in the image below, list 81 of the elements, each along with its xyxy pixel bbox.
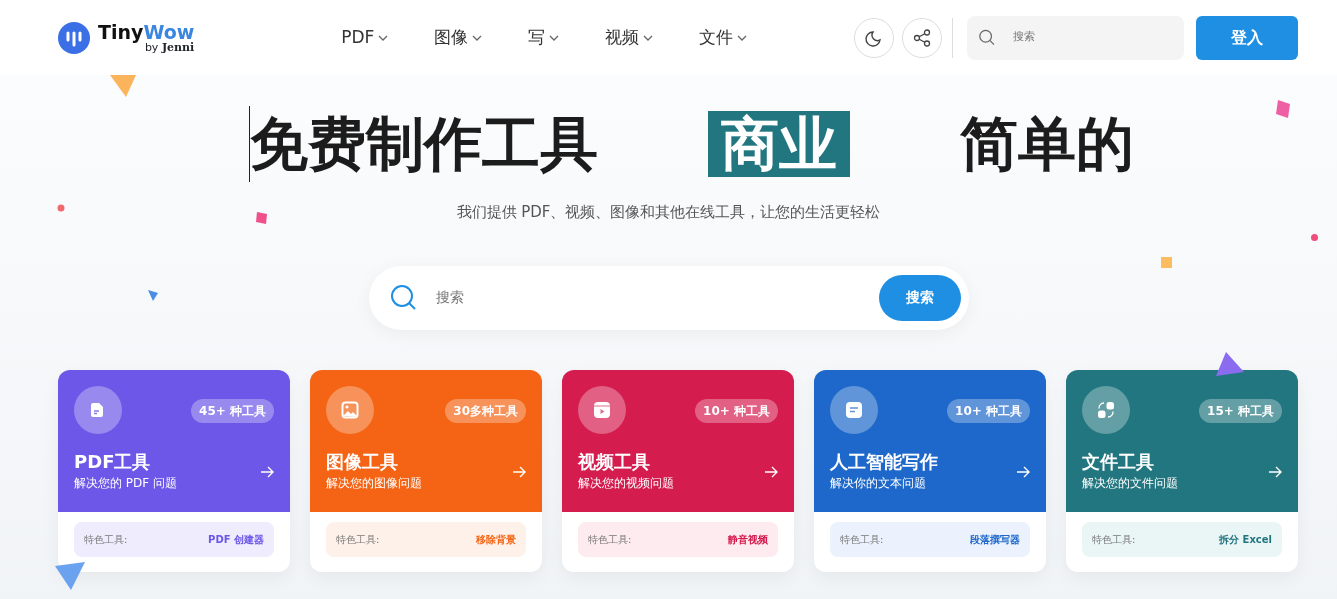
featured-tool-link[interactable]: 拆分 Excel — [1219, 531, 1272, 547]
login-button[interactable]: 登入 — [1196, 15, 1298, 60]
nav-menu[interactable]: 视频 — [582, 24, 677, 51]
moon-icon — [865, 28, 883, 47]
category-card[interactable]: 15+ 种工具 文件工具 解决您的文件问题 特色工具: 拆分 Excel — [1066, 369, 1298, 572]
nav-menu[interactable]: PDF — [318, 24, 412, 51]
category-card[interactable]: 10+ 种工具 视频工具 解决您的视频问题 特色工具: 静音视频 — [562, 369, 794, 572]
confetti-shape — [148, 290, 158, 301]
search-field[interactable]: 搜索 — [967, 15, 1184, 60]
share-icon — [913, 28, 931, 47]
card-title: PDF工具 — [74, 450, 151, 473]
featured-label: 特色工具: — [588, 532, 632, 547]
byline-text: by Jenni — [143, 41, 195, 53]
category-icon — [578, 385, 626, 434]
chevron-icon — [472, 34, 483, 41]
nav-menu[interactable]: 写 — [505, 24, 583, 51]
card-subtitle: 解决您的视频问题 — [578, 475, 674, 493]
card-subtitle: 解决你的文本问题 — [830, 475, 926, 493]
card-title: 图像工具 — [326, 450, 398, 473]
share-button[interactable] — [902, 17, 942, 58]
dark-mode-button[interactable] — [854, 17, 894, 58]
category-card[interactable]: 10+ 种工具 人工智能写作 解决你的文本问题 特色工具: 段落撰写器 — [814, 369, 1046, 572]
featured-tool-link[interactable]: 段落撰写器 — [970, 531, 1020, 547]
chevron-icon — [378, 34, 389, 41]
tool-count-badge: 10+ 种工具 — [695, 398, 778, 423]
search-button[interactable]: 搜索 — [878, 274, 961, 321]
search-input[interactable]: 搜索 — [1010, 28, 1172, 47]
tool-count-badge: 10+ 种工具 — [947, 398, 1030, 423]
category-card[interactable]: 45+ 种工具 PDF工具 解决您的 PDF 问题 特色工具: PDF 创建器 — [58, 369, 290, 572]
arrow-icon[interactable] — [260, 464, 274, 479]
confetti-shape — [1274, 100, 1292, 120]
arrow-icon[interactable] — [512, 464, 526, 479]
arrow-icon[interactable] — [764, 464, 778, 479]
featured-tool-bar[interactable]: 特色工具: 段落撰写器 — [830, 521, 1030, 557]
featured-tool-bar[interactable]: 特色工具: 移除背景 — [326, 521, 526, 557]
category-card[interactable]: 30多种工具 图像工具 解决您的图像问题 特色工具: 移除背景 — [310, 369, 542, 572]
category-icon — [326, 385, 374, 434]
tool-count-badge: 45+ 种工具 — [191, 398, 274, 423]
arrow-icon[interactable] — [1016, 464, 1030, 479]
headline-word: 免费制作工具 — [250, 108, 598, 180]
featured-tool-link[interactable]: PDF 创建器 — [208, 531, 264, 547]
card-title: 文件工具 — [1082, 450, 1154, 473]
nav-menu[interactable]: 文件 — [676, 24, 771, 51]
logo-icon[interactable] — [58, 21, 90, 54]
tool-count-badge: 15+ 种工具 — [1199, 398, 1282, 423]
featured-label: 特色工具: — [336, 532, 380, 547]
card-title: 人工智能写作 — [830, 450, 938, 473]
category-icon — [1082, 385, 1130, 434]
nav-menu[interactable]: 图像 — [411, 24, 506, 51]
featured-label: 特色工具: — [840, 532, 884, 547]
confetti-shape — [1311, 234, 1318, 241]
card-subtitle: 解决您的 PDF 问题 — [74, 475, 177, 493]
confetti-shape — [57, 204, 65, 212]
featured-tool-bar[interactable]: 特色工具: 静音视频 — [578, 521, 778, 557]
arrow-icon[interactable] — [1268, 464, 1282, 479]
chevron-icon — [643, 34, 654, 41]
featured-tool-link[interactable]: 移除背景 — [476, 531, 516, 547]
chevron-icon — [737, 34, 748, 41]
featured-tool-bar[interactable]: 特色工具: PDF 创建器 — [74, 521, 274, 557]
confetti-shape — [1161, 257, 1172, 268]
tool-count-badge: 30多种工具 — [445, 398, 526, 423]
chevron-icon — [549, 34, 560, 41]
confetti-shape — [254, 212, 268, 226]
search-icon — [979, 28, 995, 47]
search-icon — [390, 285, 416, 310]
headline-word: 商业 — [708, 111, 850, 177]
hero-subtitle: 我们提供 PDF、视频、图像和其他在线工具，让您的生活更轻松 — [456, 202, 881, 223]
confetti-shape — [55, 562, 85, 590]
card-title: 视频工具 — [578, 450, 650, 473]
card-subtitle: 解决您的图像问题 — [326, 475, 422, 493]
headline-word: 简单的 — [960, 108, 1134, 180]
card-subtitle: 解决您的文件问题 — [1082, 475, 1178, 493]
search-bar[interactable]: 搜索 搜索 — [368, 265, 969, 330]
featured-tool-link[interactable]: 静音视频 — [728, 531, 768, 547]
featured-label: 特色工具: — [1092, 532, 1136, 547]
logo-text[interactable]: TinyWow — [98, 22, 195, 42]
featured-label: 特色工具: — [84, 532, 128, 547]
featured-tool-bar[interactable]: 特色工具: 拆分 Excel — [1082, 521, 1282, 557]
category-icon — [74, 385, 122, 434]
confetti-shape — [1216, 352, 1244, 378]
category-icon — [830, 385, 878, 434]
